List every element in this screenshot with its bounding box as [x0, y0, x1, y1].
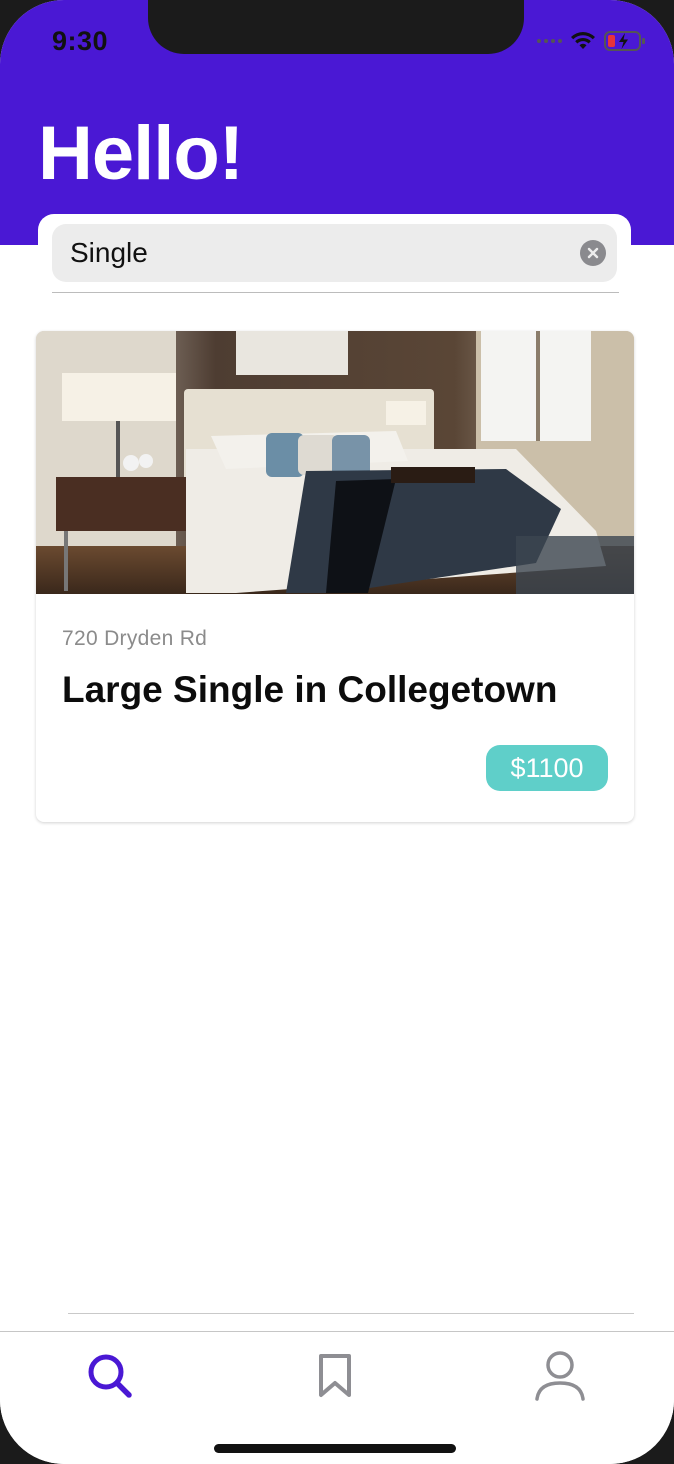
tab-search[interactable]: [80, 1346, 140, 1406]
listing-title: Large Single in Collegetown: [62, 669, 558, 710]
app-screen: 9:30 Hello! Single 720 Dryden Rd Large S…: [0, 0, 674, 1464]
search-container: [38, 214, 631, 294]
search-divider: [52, 292, 619, 293]
listing-card[interactable]: 720 Dryden Rd Large Single in Collegetow…: [36, 331, 634, 822]
search-icon: [88, 1354, 132, 1398]
cellular-signal-icon: [537, 39, 562, 43]
close-icon: [587, 247, 599, 259]
tab-profile[interactable]: [530, 1346, 590, 1406]
search-input[interactable]: [70, 224, 550, 282]
greeting-heading: Hello!: [38, 111, 244, 196]
person-icon: [535, 1351, 585, 1401]
list-divider: [68, 1313, 634, 1314]
clear-search-button[interactable]: [580, 240, 606, 266]
status-time: 9:30: [52, 26, 109, 56]
tab-saved[interactable]: [305, 1346, 365, 1406]
listing-address: 720 Dryden Rd: [62, 627, 208, 650]
wifi-icon: [571, 32, 595, 49]
battery-charging-icon: [604, 31, 645, 51]
listing-photo: [36, 331, 634, 594]
device-notch: [148, 0, 524, 54]
price-badge: $1100: [486, 745, 608, 791]
home-indicator[interactable]: [214, 1444, 456, 1453]
search-field[interactable]: [52, 224, 617, 282]
status-indicators: [537, 30, 646, 52]
bookmark-icon: [319, 1354, 351, 1397]
